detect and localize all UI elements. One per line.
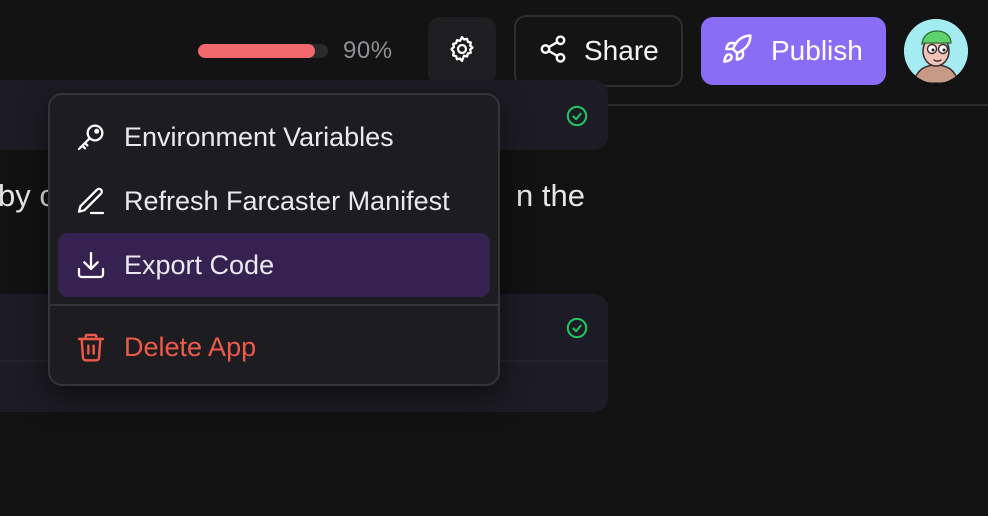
- menu-item-refresh-farcaster-manifest[interactable]: Refresh Farcaster Manifest: [58, 169, 490, 233]
- menu-item-environment-variables[interactable]: Environment Variables: [58, 105, 490, 169]
- background-text: by c: [0, 178, 55, 213]
- settings-button[interactable]: [428, 17, 496, 85]
- share-button[interactable]: Share: [514, 15, 683, 87]
- download-icon: [74, 248, 108, 282]
- rocket-icon: [721, 33, 753, 70]
- menu-item-label: Export Code: [124, 249, 275, 280]
- share-label: Share: [584, 35, 659, 66]
- check-circle-icon: [566, 317, 588, 339]
- menu-item-label: Delete App: [124, 331, 257, 362]
- key-icon: [74, 120, 108, 154]
- share-icon: [538, 34, 568, 69]
- menu-item-export-code[interactable]: Export Code: [58, 233, 490, 297]
- settings-menu: Environment Variables Refresh Farcaster …: [48, 93, 500, 386]
- background-text: n the: [516, 178, 585, 213]
- trash-icon: [74, 330, 108, 364]
- check-circle-icon: [566, 105, 588, 127]
- publish-label: Publish: [771, 35, 863, 66]
- gear-icon: [447, 34, 477, 69]
- progress-bar: [198, 44, 328, 58]
- publish-button[interactable]: Publish: [701, 17, 886, 85]
- avatar[interactable]: [904, 19, 968, 83]
- menu-item-label: Environment Variables: [124, 121, 394, 152]
- menu-item-delete-app[interactable]: Delete App: [58, 315, 490, 379]
- pencil-icon: [74, 184, 108, 218]
- progress-bar-fill: [198, 44, 315, 58]
- progress-percent: 90%: [343, 37, 393, 64]
- menu-item-label: Refresh Farcaster Manifest: [124, 185, 450, 216]
- menu-divider: [50, 304, 498, 306]
